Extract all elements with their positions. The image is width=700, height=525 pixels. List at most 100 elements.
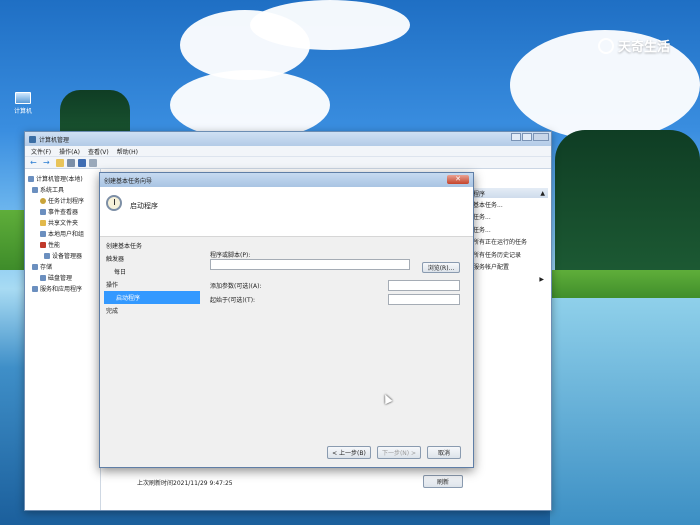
cancel-button[interactable]: 取消 — [427, 446, 461, 459]
actions-header-label: 程序 — [473, 190, 486, 198]
maximize-button[interactable] — [522, 133, 532, 141]
action-create-basic-task[interactable]: 基本任务... — [470, 198, 548, 211]
action-task-history[interactable]: 所有任务历史记录 — [470, 248, 548, 261]
actions-pane: 程序 ▲ 基本任务... 任务... 任务... 所有正在运行的任务 所有任务历史… — [470, 188, 548, 286]
cloud — [250, 0, 410, 50]
step-daily: 每日 — [114, 269, 127, 276]
tree-item-task-scheduler[interactable]: 任务计划程序 — [28, 195, 97, 206]
tree-item-shared-folders[interactable]: 共享文件夹 — [28, 217, 97, 228]
start-in-input[interactable] — [388, 294, 460, 305]
tree-item-system-tools[interactable]: 系统工具 — [28, 184, 97, 195]
tree-item-performance[interactable]: 性能 — [28, 239, 97, 250]
tools-icon — [32, 186, 38, 193]
tree-label: 性能 — [48, 242, 61, 249]
tree-label: 任务计划程序 — [48, 198, 85, 205]
tree-label: 计算机管理(本地) — [36, 176, 83, 183]
browse-button[interactable]: 浏览(R)... — [422, 262, 460, 273]
step-finish: 完成 — [106, 308, 119, 315]
clock-icon — [40, 197, 46, 204]
actions-header[interactable]: 程序 ▲ — [470, 188, 548, 198]
menu-help[interactable]: 帮助(H) — [117, 147, 138, 156]
performance-icon — [40, 241, 46, 248]
wizard-title: 创建基本任务向导 — [104, 177, 153, 185]
watermark-logo: 天奇生活 — [597, 36, 670, 55]
refresh-button[interactable]: 刷新 — [423, 475, 463, 488]
app-icon — [29, 135, 36, 143]
properties-icon[interactable] — [89, 158, 97, 167]
wizard-buttons: < 上一步(B) 下一步(N) > 取消 — [327, 446, 461, 459]
step-trigger: 触发器 — [106, 256, 125, 263]
tree-label: 存储 — [40, 264, 53, 271]
action-view-submenu[interactable]: ▶ — [470, 273, 548, 286]
step-create-task: 创建基本任务 — [106, 243, 143, 250]
shared-folder-icon — [40, 219, 46, 226]
users-icon — [40, 230, 46, 237]
tree-label: 服务和应用程序 — [40, 286, 83, 293]
program-label: 程序或脚本(P): — [210, 251, 251, 259]
wizard-close-button[interactable]: ✕ — [447, 175, 469, 184]
help-icon[interactable] — [78, 158, 86, 167]
event-viewer-icon — [40, 208, 46, 215]
brand-logo-icon — [597, 37, 614, 54]
tree-label: 设备管理器 — [52, 253, 83, 260]
wizard-titlebar[interactable]: 创建基本任务向导 — [100, 173, 473, 187]
start-program-form: 程序或脚本(P): 浏览(R)... 添加参数(可选)(A): 起始于(可选)(… — [210, 249, 461, 305]
wizard-header: 启动程序 — [100, 187, 473, 237]
disk-icon — [40, 274, 46, 281]
close-button[interactable] — [533, 133, 549, 141]
step-start-program: 启动程序 — [104, 291, 200, 304]
arguments-input[interactable] — [388, 280, 460, 291]
action-running-tasks[interactable]: 所有正在运行的任务 — [470, 236, 548, 249]
services-icon — [32, 285, 38, 292]
menu-file[interactable]: 文件(F) — [31, 147, 51, 156]
tree-label: 共享文件夹 — [48, 220, 79, 227]
back-button[interactable]: < 上一步(B) — [327, 446, 371, 459]
window-titlebar[interactable]: 计算机管理 — [25, 132, 551, 146]
computer-icon — [28, 175, 34, 182]
tree-item-device-manager[interactable]: 设备管理器 — [28, 250, 97, 261]
arguments-row: 添加参数(可选)(A): — [210, 280, 461, 291]
console-icon[interactable] — [67, 158, 75, 167]
create-basic-task-wizard: 创建基本任务向导 ✕ 启动程序 创建基本任务 触发器 每日 操作 启动程序 完成… — [99, 172, 474, 468]
tree-label: 系统工具 — [40, 187, 65, 194]
minimize-button[interactable] — [511, 133, 521, 141]
device-manager-icon — [44, 252, 50, 259]
program-input[interactable] — [210, 259, 410, 270]
brand-text: 天奇生活 — [617, 40, 670, 55]
forward-arrow-icon[interactable]: → — [43, 158, 53, 167]
tree-line — [555, 130, 700, 280]
tree-label: 磁盘管理 — [48, 275, 73, 282]
cloud — [170, 70, 330, 140]
storage-icon — [32, 263, 38, 270]
action-create-task[interactable]: 任务... — [470, 211, 548, 224]
menu-view[interactable]: 查看(V) — [88, 147, 109, 156]
task-clock-icon — [106, 195, 122, 211]
desktop-computer-icon[interactable]: 计算机 — [8, 92, 38, 115]
wizard-heading: 启动程序 — [130, 202, 158, 210]
submenu-arrow-icon: ▶ — [539, 275, 544, 283]
menu-bar: 文件(F) 操作(A) 查看(V) 帮助(H) — [25, 146, 551, 157]
navigation-tree: 计算机管理(本地) 系统工具 任务计划程序 事件查看器 共享文件夹 本地用户和组… — [25, 169, 101, 510]
tree-item-services[interactable]: 服务和应用程序 — [28, 283, 97, 294]
collapse-icon[interactable]: ▲ — [540, 190, 545, 197]
monitor-icon — [15, 92, 31, 104]
window-title: 计算机管理 — [39, 136, 70, 144]
tree-item-local-users[interactable]: 本地用户和组 — [28, 228, 97, 239]
window-controls — [511, 133, 549, 141]
folder-icon[interactable] — [56, 158, 64, 167]
tree-item-root[interactable]: 计算机管理(本地) — [28, 173, 97, 184]
next-button[interactable]: 下一步(N) > — [377, 446, 421, 459]
start-in-row: 起始于(可选)(T): — [210, 294, 461, 305]
tree-label: 事件查看器 — [48, 209, 79, 216]
tree-item-event-viewer[interactable]: 事件查看器 — [28, 206, 97, 217]
menu-action[interactable]: 操作(A) — [59, 147, 80, 156]
action-service-account[interactable]: 服务帐户配置 — [470, 261, 548, 274]
step-action: 操作 — [106, 282, 119, 289]
action-import-task[interactable]: 任务... — [470, 223, 548, 236]
tree-item-disk-management[interactable]: 磁盘管理 — [28, 272, 97, 283]
last-refresh-text: 上次刷新时间2021/11/29 9:47:25 — [137, 479, 233, 487]
tree-item-storage[interactable]: 存储 — [28, 261, 97, 272]
tree-label: 本地用户和组 — [48, 231, 85, 238]
back-arrow-icon[interactable]: ← — [30, 158, 40, 167]
grass — [550, 270, 700, 300]
